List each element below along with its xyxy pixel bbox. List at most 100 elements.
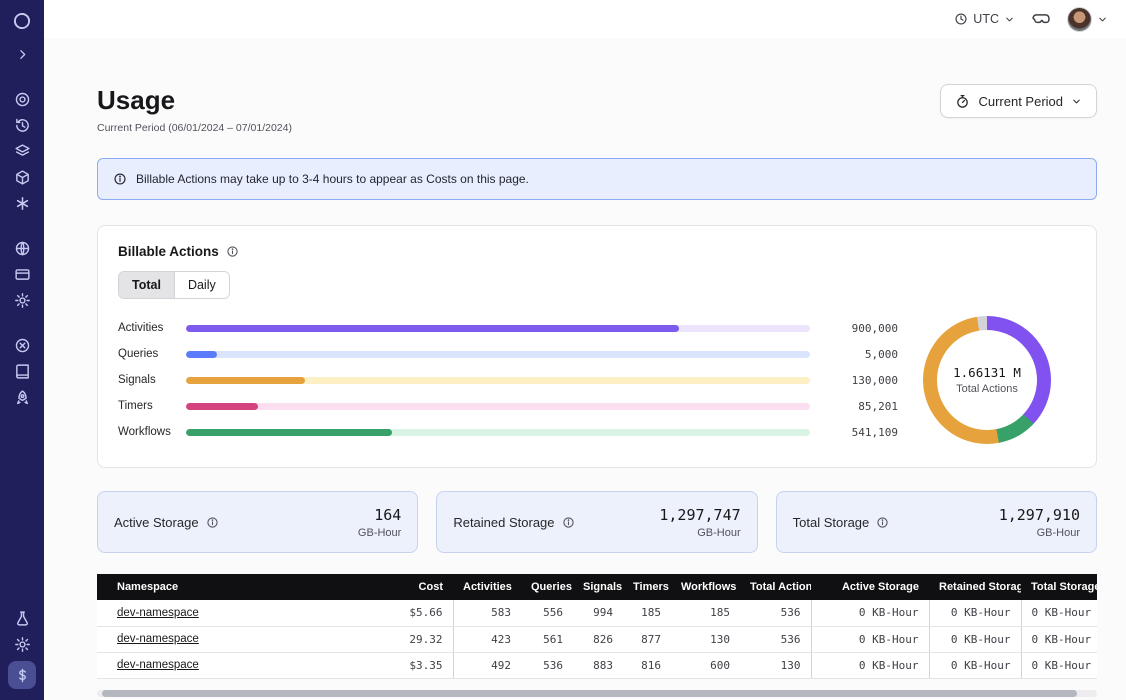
namespace-usage-table: Namespace Cost Activities Queries Signal… [97,574,1097,697]
stat-label: Retained Storage [453,515,554,530]
bar-row: Workflows 541,109 [118,419,898,445]
scrollbar-thumb[interactable] [102,690,1077,697]
retained-storage-card: Retained Storage 1,297,747 GB-Hour [436,491,757,553]
sidebar-item-settings[interactable] [9,288,35,312]
table-row: dev-namespace $3.35 492 536 883 816 600 … [97,652,1097,678]
gear-icon [14,292,31,309]
info-icon[interactable] [226,245,239,258]
tab-daily[interactable]: Daily [174,272,229,298]
stat-value: 164 [358,506,401,524]
sidebar-item-circle-x[interactable] [9,333,35,357]
total-actions-donut-chart: 1.66131 M Total Actions [923,316,1051,444]
bar-row: Queries 5,000 [118,341,898,367]
column-header-workflows: Workflows [671,574,740,600]
horizontal-scrollbar[interactable] [97,690,1097,697]
column-header-timers: Timers [623,574,671,600]
clock-history-icon [14,117,31,134]
timezone-selector[interactable]: UTC [954,12,1015,26]
sidebar-item-cube[interactable] [9,165,35,189]
stat-unit: GB-Hour [659,527,740,539]
sidebar-item-usage[interactable] [8,661,36,689]
column-header-active-storage: Active Storage [811,574,929,600]
topbar: UTC [44,0,1126,38]
stat-unit: GB-Hour [999,527,1080,539]
sidebar-item-logo[interactable] [9,9,35,33]
namespace-link[interactable]: dev-namespace [117,633,199,645]
sidebar-item-asterisk[interactable] [9,191,35,215]
cell-signals: 994 [573,600,623,626]
cell-total-actions: 130 [740,652,811,678]
sidebar-item-docs[interactable] [9,359,35,383]
timezone-label: UTC [973,12,999,26]
period-selector-button[interactable]: Current Period [940,84,1097,118]
avatar [1067,7,1092,32]
bar-value: 5,000 [824,348,898,361]
period-selector-label: Current Period [978,94,1063,109]
sidebar-item-theme[interactable] [9,632,35,656]
bar-fill [186,325,679,332]
bar-track [186,325,810,332]
cell-cost: $3.35 [383,652,453,678]
cell-timers: 185 [623,600,671,626]
bar-fill [186,351,217,358]
cell-retained-storage: 0 KB-Hour [929,626,1021,652]
bar-row: Timers 85,201 [118,393,898,419]
sidebar-item-labs[interactable] [9,606,35,630]
rocket-icon [14,389,31,406]
layers-icon [14,143,31,160]
namespace-link[interactable]: dev-namespace [117,607,199,619]
sidebar-item-history[interactable] [9,113,35,137]
cell-total-actions: 536 [740,626,811,652]
sidebar-item-billing[interactable] [9,262,35,286]
info-banner: Billable Actions may take up to 3-4 hour… [97,158,1097,200]
cell-active-storage: 0 KB-Hour [811,600,929,626]
namespace-link[interactable]: dev-namespace [117,659,199,671]
table-header-row: Namespace Cost Activities Queries Signal… [97,574,1097,600]
clock-icon [954,12,968,26]
stat-value: 1,297,910 [999,506,1080,524]
billable-actions-title: Billable Actions [118,244,219,259]
sidebar-item-swirl[interactable] [9,87,35,111]
bar-fill [186,403,258,410]
bar-track [186,351,810,358]
table-row: dev-namespace $5.66 583 556 994 185 185 … [97,600,1097,626]
cell-cost: 29.32 [383,626,453,652]
chevron-down-icon [1071,96,1082,107]
cell-queries: 561 [521,626,573,652]
cell-retained-storage: 0 KB-Hour [929,652,1021,678]
sidebar-item-rocket[interactable] [9,385,35,409]
info-icon[interactable] [562,516,575,529]
billable-actions-card: Billable Actions Total Daily Activities … [97,225,1097,468]
sidebar-expand-button[interactable] [9,42,35,66]
stat-value: 1,297,747 [659,506,740,524]
chevron-down-icon [1004,14,1015,25]
account-menu[interactable] [1067,7,1108,32]
sidebar-item-layers[interactable] [9,139,35,163]
sidebar-item-globe[interactable] [9,236,35,260]
cell-total-storage: 0 KB-Hour [1021,652,1097,678]
page-title: Usage [97,84,292,116]
chevron-down-icon [1097,14,1108,25]
column-header-retained-storage: Retained Storage [929,574,1021,600]
globe-icon [14,240,31,257]
feedback-button[interactable] [1031,9,1051,29]
sun-icon [14,636,31,653]
cell-total-storage: 0 KB-Hour [1021,600,1097,626]
bar-value: 900,000 [824,322,898,335]
cell-signals: 883 [573,652,623,678]
cell-timers: 816 [623,652,671,678]
cell-activities: 492 [453,652,521,678]
tab-total[interactable]: Total [119,272,174,298]
bar-fill [186,429,392,436]
stat-unit: GB-Hour [358,527,401,539]
bar-category-label: Queries [118,348,180,360]
swirl-icon [14,91,31,108]
bar-track [186,429,810,436]
info-icon[interactable] [206,516,219,529]
goggles-icon [1031,9,1051,29]
bar-row: Activities 900,000 [118,315,898,341]
total-storage-card: Total Storage 1,297,910 GB-Hour [776,491,1097,553]
bar-value: 130,000 [824,374,898,387]
donut-center-label: Total Actions [956,383,1018,395]
info-icon[interactable] [876,516,889,529]
